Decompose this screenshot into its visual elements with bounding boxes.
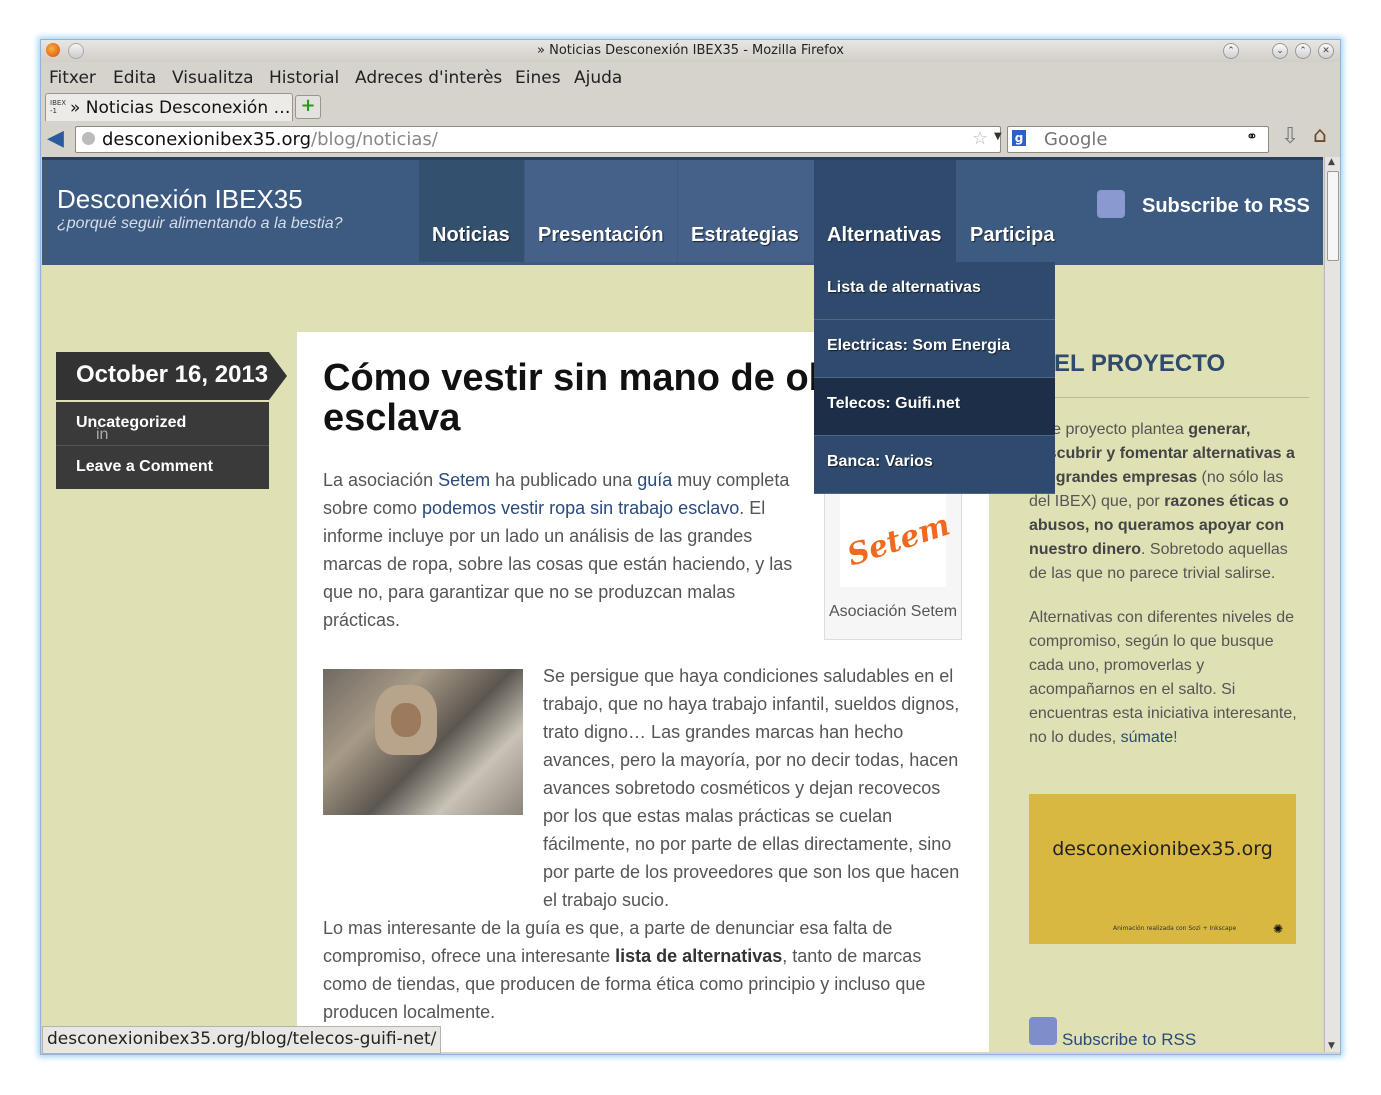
- home-icon[interactable]: ⌂: [1313, 123, 1327, 148]
- google-icon[interactable]: g: [1012, 130, 1026, 146]
- sidebar-text-1: Este proyecto plantea generar, descubrir…: [1029, 418, 1299, 586]
- sidebar-title: EL PROYECTO: [1054, 350, 1226, 377]
- scroll-thumb[interactable]: [1327, 171, 1339, 261]
- address-bar[interactable]: desconexionibex35.org/blog/noticias/ ☆ ▼…: [75, 126, 1026, 153]
- search-input[interactable]: [1042, 128, 1236, 150]
- figure-caption: Asociación Setem: [828, 603, 958, 620]
- category-link[interactable]: Uncategorized: [76, 414, 186, 431]
- vertical-scrollbar[interactable]: ▲ ▼: [1324, 157, 1340, 1052]
- sozi-banner[interactable]: desconexionibex35.org Animación realizad…: [1029, 794, 1296, 944]
- menu-adreces[interactable]: Adreces d'interès: [355, 68, 502, 88]
- shade-button[interactable]: ⌃: [1223, 43, 1239, 59]
- leave-comment-link[interactable]: Leave a Comment: [56, 446, 269, 489]
- nav-noticias[interactable]: Noticias: [419, 160, 524, 262]
- p1-text-b: ha publicado una: [490, 470, 638, 490]
- status-bar: desconexionibex35.org/blog/telecos-guifi…: [42, 1026, 442, 1054]
- dropdown-electricas[interactable]: Electricas: Som Energia: [814, 320, 1055, 378]
- menu-edita[interactable]: Edita: [113, 68, 156, 88]
- new-tab-button[interactable]: +: [295, 95, 321, 119]
- dropdown-telecos[interactable]: Telecos: Guifi.net: [814, 378, 1055, 436]
- banner-title: desconexionibex35.org: [1052, 838, 1273, 860]
- rss-link[interactable]: Subscribe to RSS: [1142, 195, 1310, 218]
- menu-bar: Fitxer Edita Visualitza Historial Adrece…: [41, 63, 1340, 91]
- tab-bar: IBEX -1 » Noticias Desconexión … +: [41, 91, 1340, 121]
- setem-logo-text: Setem: [843, 507, 955, 574]
- minimize-button[interactable]: ⌄: [1272, 43, 1288, 59]
- link-setem[interactable]: Setem: [438, 470, 490, 490]
- dropdown-lista-alternativas[interactable]: Lista de alternativas: [814, 262, 1055, 320]
- paragraph-1: La asociación Setem ha publicado una guí…: [323, 466, 803, 634]
- tab-noticias[interactable]: IBEX -1 » Noticias Desconexión …: [45, 93, 293, 121]
- nav-estrategias[interactable]: Estrategias: [678, 160, 814, 262]
- favicon-icon: IBEX -1: [50, 99, 67, 115]
- leave-comment-label: Leave a Comment: [76, 458, 213, 475]
- close-button[interactable]: ✕: [1318, 43, 1334, 59]
- search-box[interactable]: g ⚭: [1007, 126, 1269, 153]
- url-path: /blog/noticias/: [311, 129, 438, 150]
- paragraph-2: Se persigue que haya condiciones saludab…: [543, 662, 963, 914]
- menu-ajuda[interactable]: Ajuda: [574, 68, 622, 88]
- site-title[interactable]: Desconexión IBEX35: [57, 184, 303, 215]
- nav-presentacion[interactable]: Presentación: [525, 160, 677, 262]
- alternativas-dropdown: Lista de alternativas Electricas: Som En…: [814, 262, 1055, 494]
- setem-figure: Setem Asociación Setem: [824, 474, 962, 640]
- link-guia[interactable]: guía: [637, 470, 672, 490]
- photo-face: [391, 703, 421, 737]
- title-bar: » Noticias Desconexión IBEX35 - Mozilla …: [41, 40, 1340, 62]
- page-viewport: Desconexión IBEX35 ¿porqué seguir alimen…: [42, 157, 1323, 1052]
- history-dropdown-icon[interactable]: ▼: [994, 131, 1002, 142]
- banner-gear-icon: ✺: [1273, 922, 1284, 936]
- post-date-text: October 16, 2013: [76, 361, 269, 388]
- scroll-up-arrow-icon[interactable]: ▲: [1328, 157, 1335, 167]
- download-arrow-icon[interactable]: ⇩: [1281, 124, 1299, 149]
- back-arrow-icon[interactable]: ◀: [47, 126, 64, 151]
- p3-bold: lista de alternativas: [615, 946, 783, 966]
- sidebar-rss-link[interactable]: Subscribe to RSS: [1062, 1030, 1196, 1050]
- navigation-toolbar: ◀ desconexionibex35.org/blog/noticias/ ☆…: [41, 122, 1340, 156]
- sumate-link[interactable]: súmate: [1121, 729, 1173, 746]
- link-vestir[interactable]: podemos vestir ropa sin trabajo esclavo: [422, 498, 739, 518]
- worker-photo[interactable]: [323, 669, 523, 815]
- p1-text-a: La asociación: [323, 470, 439, 490]
- menu-historial[interactable]: Historial: [269, 68, 339, 88]
- window-title: » Noticias Desconexión IBEX35 - Mozilla …: [537, 43, 844, 58]
- site-header: Desconexión IBEX35 ¿porqué seguir alimen…: [42, 157, 1323, 265]
- rss-icon[interactable]: [1097, 190, 1125, 218]
- nav-participa-label: Participa: [970, 224, 1055, 246]
- site-tagline: ¿porqué seguir alimentando a la bestia?: [57, 215, 343, 232]
- scroll-down-arrow-icon[interactable]: ▼: [1328, 1041, 1335, 1051]
- in-label: in: [96, 426, 109, 443]
- nav-presentacion-label: Presentación: [538, 224, 664, 246]
- menu-fitxer[interactable]: Fitxer: [49, 68, 96, 88]
- sb2-a: Alternativas con diferentes niveles de c…: [1029, 609, 1297, 746]
- maximize-button[interactable]: ⌃: [1295, 43, 1311, 59]
- menu-eines[interactable]: Eines: [515, 68, 561, 88]
- sb2-b: !: [1173, 729, 1178, 746]
- nav-alternativas[interactable]: Alternativas: [814, 160, 956, 262]
- post-category-text: in Uncategorized: [76, 414, 186, 443]
- paragraph-3: Lo mas interesante de la guía es que, a …: [323, 914, 963, 1026]
- post-category: in Uncategorized: [56, 402, 269, 446]
- setem-logo[interactable]: Setem: [840, 479, 954, 587]
- globe-icon: [82, 132, 95, 145]
- sidebar-divider: [1029, 397, 1309, 398]
- banner-subtitle: Animación realizada con Sozi + Inkscape: [1113, 925, 1237, 932]
- sidebar-rss-icon[interactable]: [1029, 1017, 1057, 1045]
- nav-estrategias-label: Estrategias: [691, 224, 799, 246]
- post-date: October 16, 2013: [56, 352, 287, 400]
- browser-window: » Noticias Desconexión IBEX35 - Mozilla …: [40, 39, 1341, 1055]
- bookmark-star-icon[interactable]: ☆: [972, 128, 988, 149]
- tab-label: » Noticias Desconexión …: [70, 98, 290, 118]
- binoculars-icon[interactable]: ⚭: [1246, 129, 1258, 145]
- nav-alternativas-label: Alternativas: [827, 224, 942, 246]
- dropdown-banca[interactable]: Banca: Varios: [814, 436, 1055, 494]
- nav-noticias-label: Noticias: [432, 224, 510, 246]
- nav-participa[interactable]: Participa: [957, 160, 1067, 262]
- menu-visualitza[interactable]: Visualitza: [172, 68, 253, 88]
- p2-text: Se persigue que haya condiciones saludab…: [543, 666, 960, 910]
- sidebar-text-2: Alternativas con diferentes niveles de c…: [1029, 606, 1299, 750]
- url-host: desconexionibex35.org: [102, 129, 312, 150]
- url-text[interactable]: desconexionibex35.org/blog/noticias/: [102, 129, 438, 150]
